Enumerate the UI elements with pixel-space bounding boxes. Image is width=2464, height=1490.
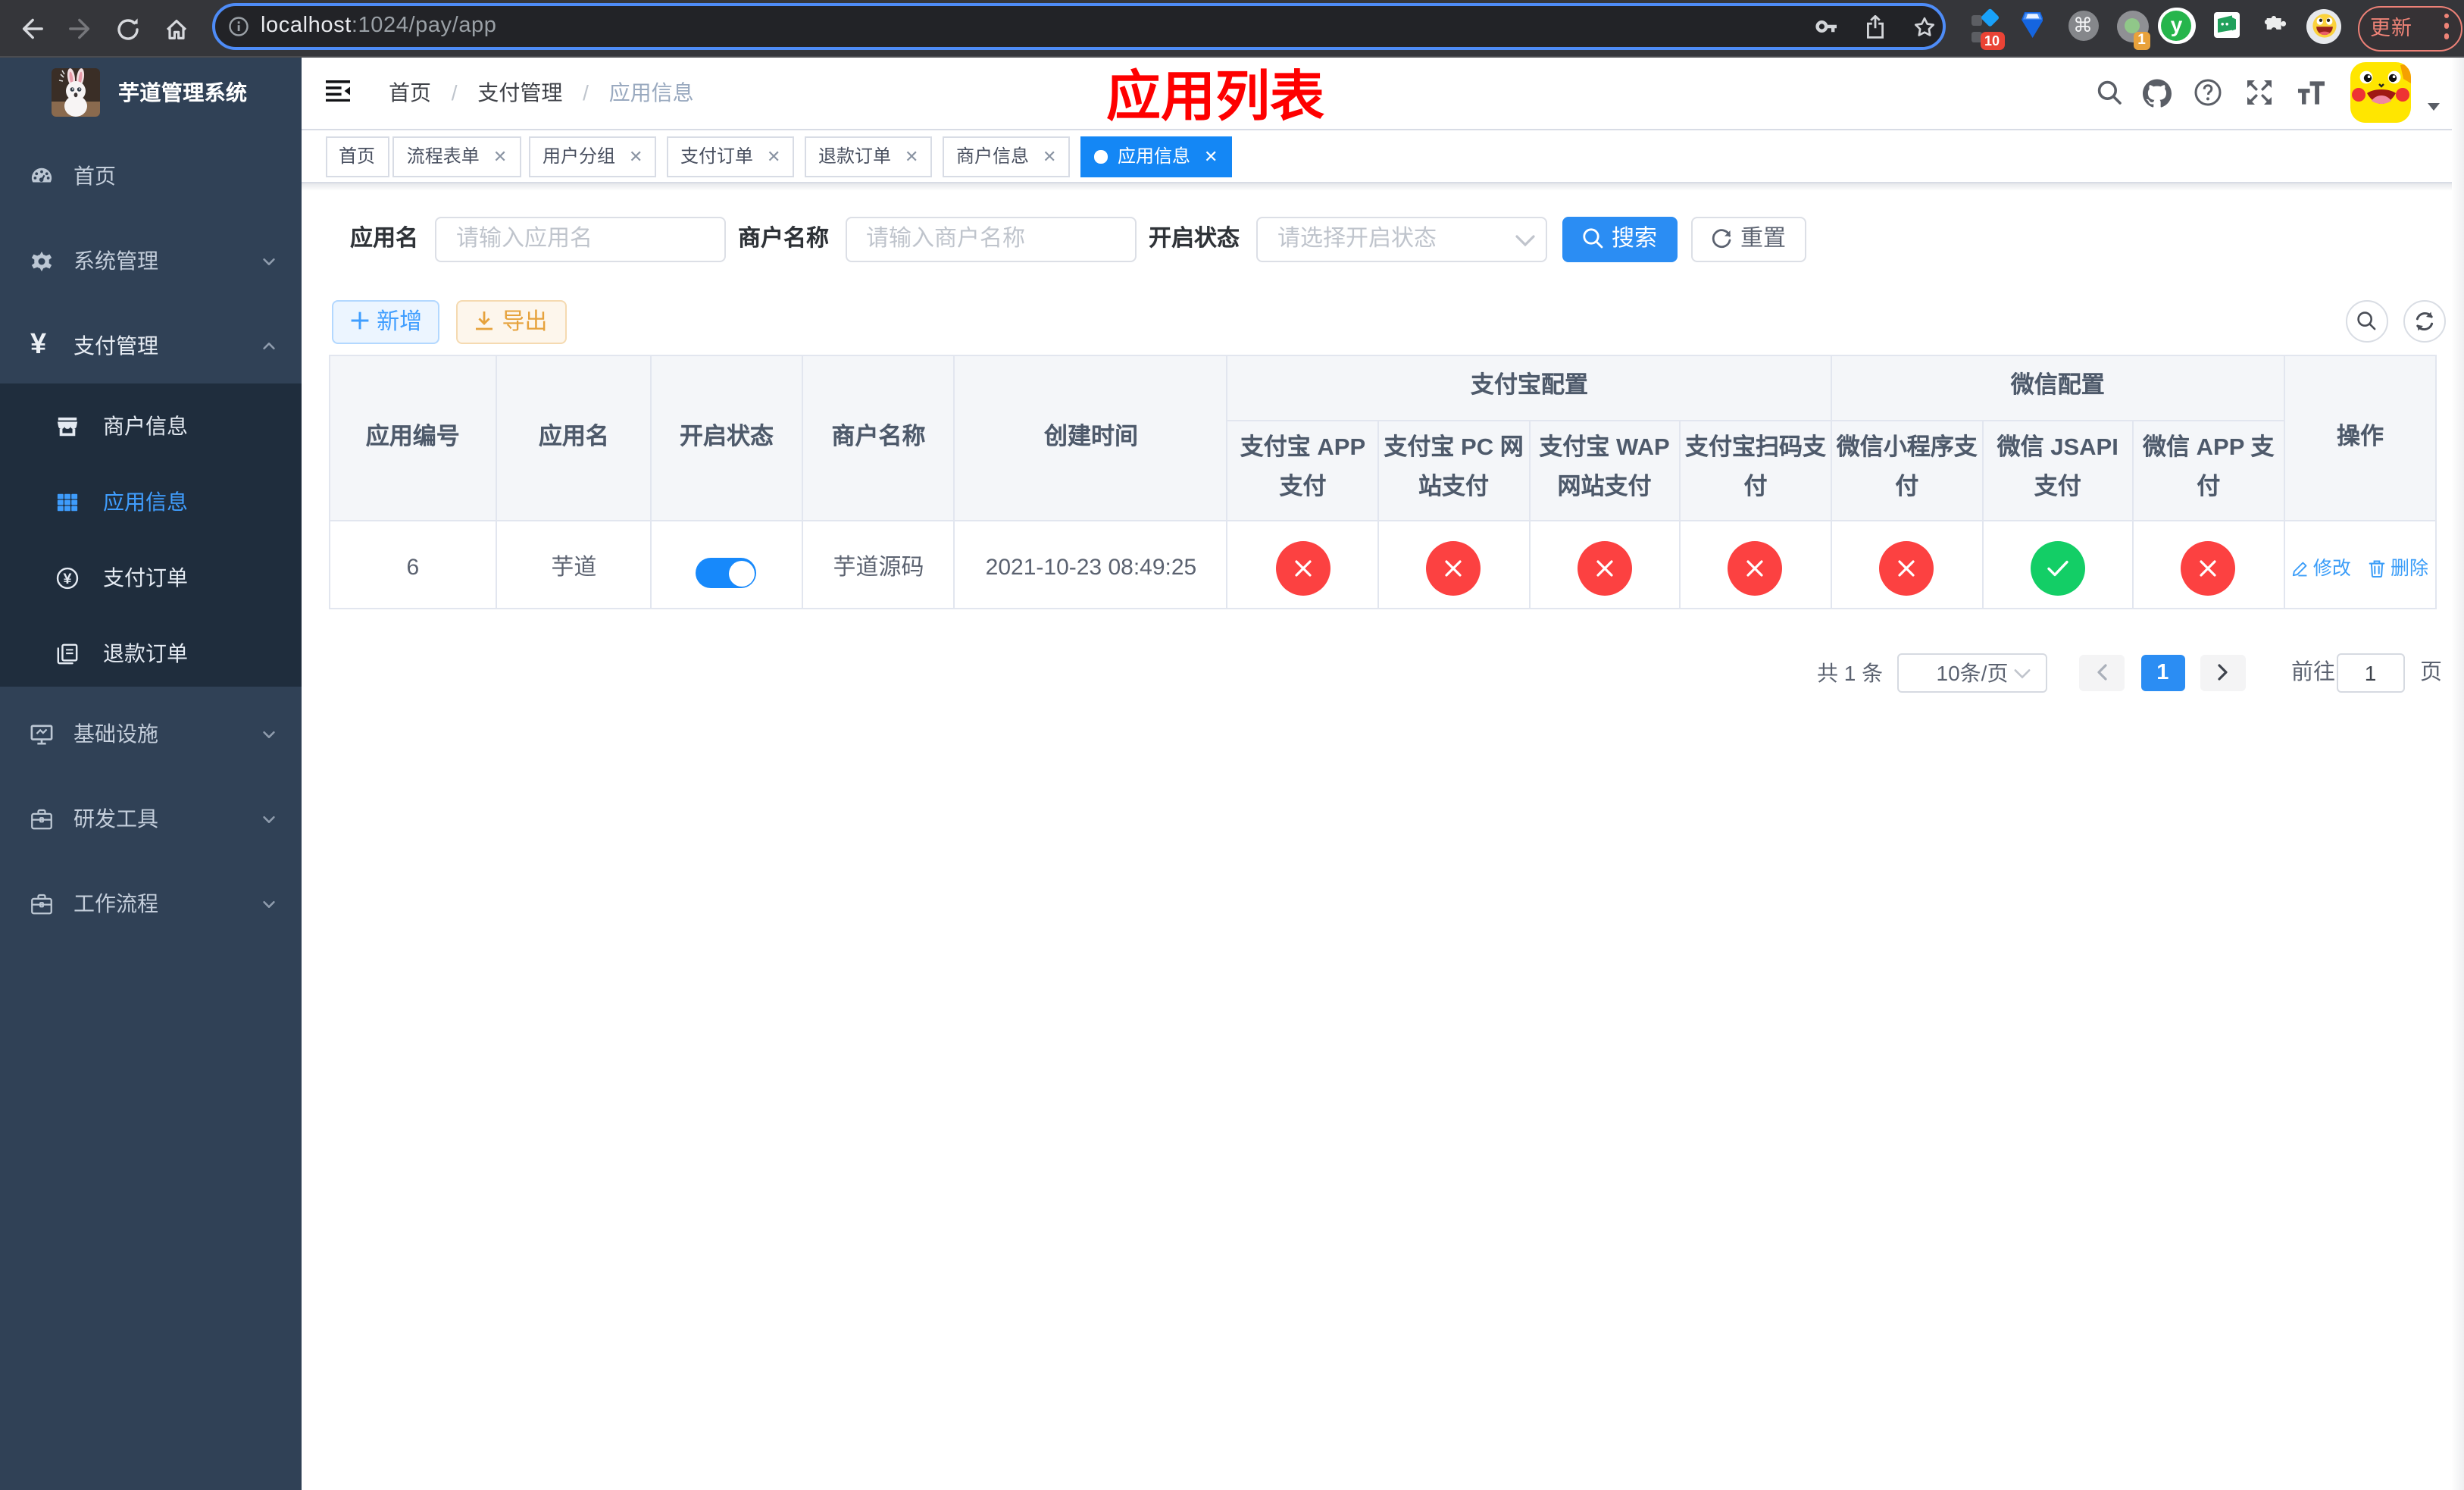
svg-text:¥: ¥ [64,571,72,587]
